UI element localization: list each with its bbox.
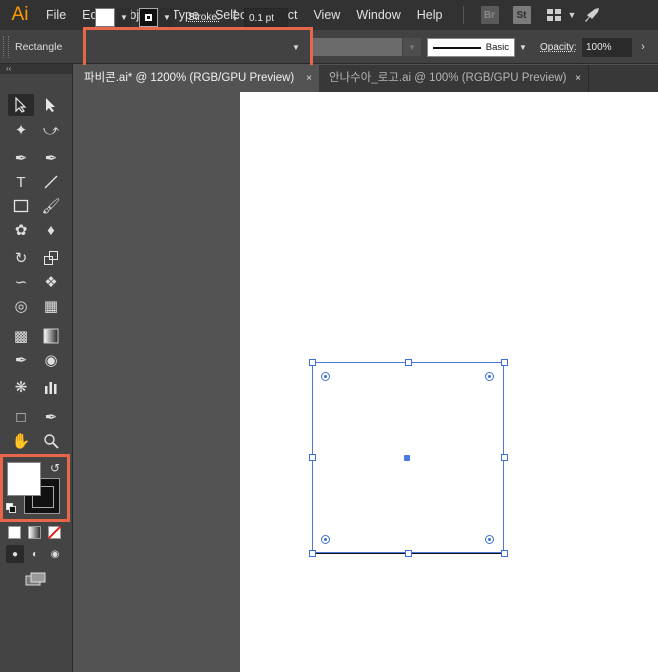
opacity-input[interactable]: 100% <box>582 38 632 57</box>
line-segment-tool-icon[interactable] <box>38 171 64 193</box>
handle-middle-right[interactable] <box>501 454 508 461</box>
stroke-weight-chevron-down-icon[interactable]: ▼ <box>289 38 303 57</box>
brush-stroke-preview <box>433 47 481 49</box>
eyedropper-tool-icon[interactable]: ✒ <box>8 349 34 371</box>
hand-tool-icon[interactable]: ✋ <box>8 430 34 452</box>
corner-widget-top-right[interactable] <box>485 372 494 381</box>
type-tool-icon[interactable]: T <box>8 171 34 193</box>
variable-width-chevron-down-icon: ▼ <box>403 38 421 56</box>
puppet-warp-tool-icon[interactable]: ❖ <box>38 271 64 293</box>
stock-button[interactable]: St <box>512 6 531 24</box>
stroke-color-swatch[interactable] <box>139 8 158 27</box>
draw-normal-icon[interactable]: ● <box>6 545 24 563</box>
opacity-label[interactable]: Opacity: <box>540 42 577 53</box>
pen-tool-icon[interactable]: ✒ <box>8 147 34 169</box>
gradient-mode-icon[interactable] <box>28 526 41 539</box>
blend-tool-icon[interactable]: ◉ <box>38 349 64 371</box>
zoom-tool-icon[interactable] <box>38 430 64 452</box>
brush-definition-dropdown[interactable]: Basic <box>427 38 515 57</box>
perspective-grid-tool-icon[interactable]: ▦ <box>38 295 64 317</box>
app-logo: Ai <box>11 4 29 25</box>
eraser-tool-icon[interactable]: ♦ <box>38 219 64 241</box>
tab-annasui-logo-close-icon[interactable]: × <box>575 65 581 92</box>
document-tab-bar: 파비콘.ai* @ 1200% (RGB/GPU Preview) × 안나수아… <box>74 65 658 92</box>
document-canvas[interactable] <box>74 92 658 672</box>
handle-bottom-right[interactable] <box>501 550 508 557</box>
control-bar-grip[interactable] <box>3 35 9 58</box>
symbol-sprayer-tool-icon[interactable]: ❋ <box>8 376 34 398</box>
lasso-tool-icon[interactable]: ⤻ <box>38 119 64 141</box>
fill-chevron-down-icon[interactable]: ▼ <box>117 8 131 27</box>
shape-builder-tool-icon[interactable]: ◎ <box>8 295 34 317</box>
selection-type-label: Rectangle <box>15 40 63 53</box>
menu-view[interactable]: View <box>305 0 348 30</box>
slice-tool-icon[interactable]: ✒ <box>38 406 64 428</box>
tab-favicon-close-icon[interactable]: × <box>306 65 312 92</box>
brush-chevron-down-icon[interactable]: ▼ <box>516 38 530 57</box>
corner-widget-bottom-right[interactable] <box>485 535 494 544</box>
tools-panel-collapse[interactable]: ‹‹ <box>0 64 72 74</box>
toolbar-fill-swatch[interactable] <box>7 462 41 496</box>
tab-annasui-logo[interactable]: 안나수아_로고.ai @ 100% (RGB/GPU Preview) × <box>319 65 589 92</box>
rocket-icon[interactable] <box>583 6 601 24</box>
variable-width-profile <box>310 38 402 56</box>
menu-file[interactable]: File <box>38 0 74 30</box>
draw-behind-icon[interactable]: ◐ <box>26 545 44 563</box>
paintbrush-tool-icon[interactable]: 🖌 <box>38 195 64 217</box>
draw-inside-icon[interactable]: ◉ <box>46 545 64 563</box>
artboard[interactable] <box>240 92 658 672</box>
rectangle-tool-icon[interactable] <box>8 195 34 217</box>
workspace-chevron-down-icon[interactable]: ▼ <box>568 10 577 20</box>
screen-mode-icon[interactable] <box>24 570 48 588</box>
handle-middle-left[interactable] <box>309 454 316 461</box>
corner-widget-bottom-left[interactable] <box>321 535 330 544</box>
handle-bottom-center[interactable] <box>405 550 412 557</box>
fill-color-swatch[interactable] <box>95 8 115 27</box>
opacity-chevron-right-icon[interactable]: › <box>635 38 651 57</box>
menu-window[interactable]: Window <box>348 0 408 30</box>
magic-wand-tool-icon[interactable]: ✦ <box>8 119 34 141</box>
stroke-weight-input[interactable]: 0.1 pt <box>244 8 288 27</box>
artboard-tool-icon[interactable]: □ <box>8 406 34 428</box>
mesh-tool-icon[interactable]: ▩ <box>8 325 34 347</box>
shaper-tool-icon[interactable]: ✿ <box>8 219 34 241</box>
direct-selection-tool-icon[interactable] <box>38 94 64 116</box>
menu-divider <box>462 6 464 24</box>
menu-help[interactable]: Help <box>409 0 451 30</box>
handle-top-left[interactable] <box>309 359 316 366</box>
corner-widget-top-left[interactable] <box>321 372 330 381</box>
width-tool-icon[interactable]: ∽ <box>8 271 34 293</box>
rotate-tool-icon[interactable]: ↻ <box>8 247 34 269</box>
tab-favicon-label: 파비콘.ai* @ 1200% (RGB/GPU Preview) <box>84 72 295 84</box>
tab-favicon[interactable]: 파비콘.ai* @ 1200% (RGB/GPU Preview) × <box>74 65 319 92</box>
brush-name: Basic <box>485 42 509 53</box>
handle-top-center[interactable] <box>405 359 412 366</box>
handle-top-right[interactable] <box>501 359 508 366</box>
center-point <box>404 455 410 461</box>
stroke-label[interactable]: Stroke: <box>188 12 220 23</box>
selection-tool-icon[interactable] <box>8 94 34 116</box>
stroke-chevron-down-icon[interactable]: ▼ <box>160 8 174 27</box>
gradient-tool-icon[interactable] <box>38 325 64 347</box>
curvature-tool-icon[interactable]: ✒ <box>38 147 64 169</box>
scale-tool-icon[interactable] <box>38 247 64 269</box>
column-graph-tool-icon[interactable] <box>38 376 64 398</box>
stroke-weight-spinner[interactable]: ▲ ▼ <box>228 8 242 27</box>
none-mode-icon[interactable] <box>48 526 61 539</box>
color-mode-icon[interactable] <box>8 526 21 539</box>
tab-annasui-logo-label: 안나수아_로고.ai @ 100% (RGB/GPU Preview) <box>329 72 567 84</box>
handle-bottom-left[interactable] <box>309 550 316 557</box>
swap-fill-stroke-icon[interactable]: ↺ <box>50 461 60 475</box>
default-fill-stroke-icon[interactable] <box>6 503 16 513</box>
bridge-button[interactable]: Br <box>480 6 499 24</box>
workspace-grid-icon[interactable] <box>545 6 563 24</box>
